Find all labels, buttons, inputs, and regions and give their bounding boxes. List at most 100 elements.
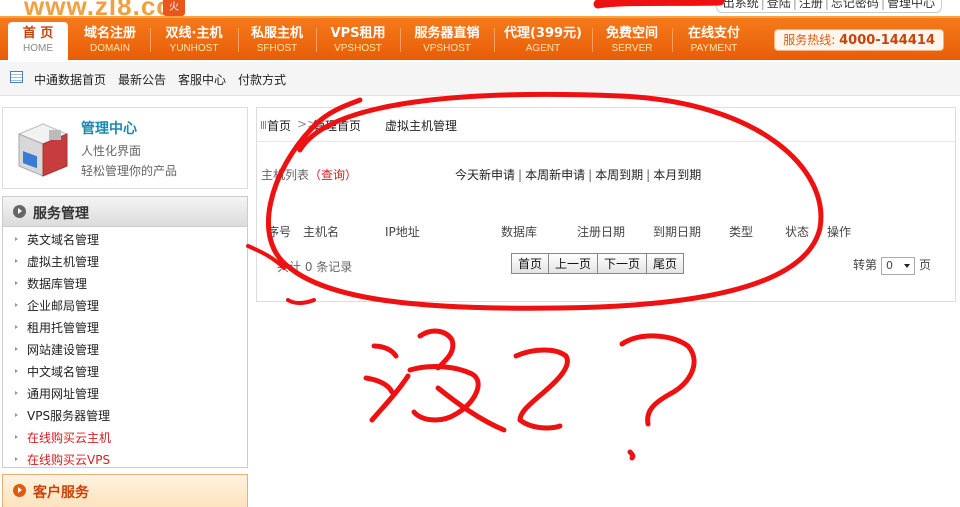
nav-sublabel: DOMAIN [90, 43, 130, 54]
column-header-reg-date: 注册日期 [577, 225, 626, 239]
manager-center-box: 管理中心 人性化界面 轻松管理你的产品 [2, 107, 248, 189]
breadcrumb-current: 虚拟主机管理 [385, 119, 458, 133]
logo-badge: 火 [163, 0, 185, 16]
service-item-chinese-domain[interactable]: 中文域名管理 [3, 361, 247, 383]
nav-item-agent[interactable]: 代理(399元) AGENT [498, 18, 588, 60]
nav-label: 双线·主机 [165, 26, 223, 41]
page-jump-suffix: 页 [919, 258, 932, 272]
nav-divider [494, 28, 495, 52]
nav-sublabel: YUNHOST [169, 43, 219, 54]
column-header-ip: IP地址 [385, 225, 420, 239]
service-item-buy-cloud-host[interactable]: 在线购买云主机 [3, 427, 247, 449]
forgot-password-link[interactable]: 忘记密码 [831, 0, 879, 10]
account-links: 出系统 | 登陆 | 注册 | 忘记密码 | 管理中心 [715, 0, 942, 13]
filter-month-expire[interactable]: 本月到期 [653, 168, 701, 182]
service-item-website[interactable]: 网站建设管理 [3, 339, 247, 361]
column-header-index: 序号 [267, 225, 292, 239]
subnav-home-link[interactable]: 中通数据首页 [34, 71, 106, 88]
nav-item-home[interactable]: 首 页 HOME [8, 22, 68, 60]
manager-tagline-2: 轻松管理你的产品 [81, 164, 178, 178]
service-item-hosting[interactable]: 租用托管管理 [3, 317, 247, 339]
manager-tagline-1: 人性化界面 [81, 144, 142, 158]
service-item-buy-cloud-vps[interactable]: 在线购买云VPS [3, 449, 247, 471]
nav-label: 代理(399元) [503, 26, 583, 41]
nav-sublabel: VPSHOST [423, 43, 471, 54]
breadcrumb: 首页 >> 管理首页 虚拟主机管理 [257, 108, 955, 142]
top-strip: www.zl8.cc 火 出系统 | 登陆 | 注册 | 忘记密码 | 管理中心 [0, 0, 960, 21]
nav-item-yunhost[interactable]: 双线·主机 YUNHOST [156, 18, 232, 60]
nav-label: 在线支付 [687, 26, 740, 41]
prev-page-button[interactable]: 上一页 [548, 253, 599, 274]
column-header-hostname: 主机名 [303, 225, 340, 239]
nav-divider [316, 28, 317, 52]
nav-sublabel: VPSHOST [334, 43, 382, 54]
subnav-news-link[interactable]: 最新公告 [118, 71, 166, 88]
column-header-database: 数据库 [501, 225, 538, 239]
column-header-expire-date: 到期日期 [653, 225, 702, 239]
nav-item-free-space[interactable]: 免费空间 SERVER [598, 18, 666, 60]
customer-service-title: 客户服务 [33, 485, 89, 501]
nav-sublabel: AGENT [525, 43, 561, 54]
nav-label: 私服主机 [250, 26, 303, 41]
service-item-english-domain[interactable]: 英文域名管理 [3, 229, 247, 251]
nav-label: VPS租用 [330, 26, 386, 41]
circle-arrow-icon [13, 484, 26, 497]
nav-label: 服务器直销 [414, 26, 480, 41]
service-item-mail[interactable]: 企业邮局管理 [3, 295, 247, 317]
breadcrumb-home[interactable]: 首页 [267, 117, 291, 134]
last-page-button[interactable]: 尾页 [646, 253, 685, 274]
nav-sublabel: SERVER [611, 43, 653, 54]
date-filters: 今天新申请 | 本周新申请 | 本周到期 | 本月到期 [455, 168, 702, 182]
page-select[interactable]: 0 [881, 256, 916, 275]
nav-sublabel: SFHOST [256, 43, 298, 54]
column-header-status: 状态 [785, 225, 810, 239]
subnav-payment-link[interactable]: 付款方式 [238, 71, 286, 88]
nav-item-server-direct[interactable]: 服务器直销 VPSHOST [406, 18, 488, 60]
manager-center-title: 管理中心 [81, 121, 137, 137]
service-item-virtual-host[interactable]: 虚拟主机管理 [3, 251, 247, 273]
nav-divider [238, 28, 239, 52]
customer-service-header[interactable]: 客户服务 [2, 474, 248, 507]
service-item-keyword[interactable]: 通用网址管理 [3, 383, 247, 405]
nav-item-payment[interactable]: 在线支付 PAYMENT [678, 18, 750, 60]
hotline-number: 4000-144414 [839, 33, 935, 48]
filter-week-expire[interactable]: 本周到期 [595, 168, 643, 182]
host-list-query-link[interactable]: （查询） [309, 168, 357, 182]
next-page-button[interactable]: 下一页 [597, 253, 648, 274]
service-item-database[interactable]: 数据库管理 [3, 273, 247, 295]
circle-arrow-icon [13, 205, 26, 218]
nav-label: 首 页 [22, 26, 54, 41]
nav-divider [672, 28, 673, 52]
service-management-header[interactable]: 服务管理 [3, 197, 247, 227]
register-link[interactable]: 注册 [799, 0, 823, 10]
breadcrumb-panel[interactable]: 管理首页 [313, 117, 361, 134]
nav-item-vps[interactable]: VPS租用 VPSHOST [322, 18, 394, 60]
host-list-title: 主机列表（查询） [261, 166, 357, 183]
nav-item-domain[interactable]: 域名注册 DOMAIN [76, 18, 144, 60]
nav-label: 免费空间 [605, 26, 658, 41]
page-jump-prefix: 转第 [853, 258, 878, 272]
sub-nav: 中通数据首页 最新公告 客服中心 付款方式 [0, 62, 960, 96]
filter-week-new[interactable]: 本周新申请 [525, 168, 585, 182]
nav-divider [592, 28, 593, 52]
hotline-label: 服务热线: [783, 33, 836, 47]
record-count: 共计 0 条记录 [277, 260, 353, 274]
service-management-panel: 服务管理 英文域名管理 虚拟主机管理 数据库管理 企业邮局管理 租用托管管理 网… [2, 196, 248, 468]
logout-link[interactable]: 出系统 [723, 0, 759, 10]
filter-today-new[interactable]: 今天新申请 [455, 168, 515, 182]
subnav-service-link[interactable]: 客服中心 [178, 71, 226, 88]
pagination: 首页 上一页 下一页 尾页 [511, 253, 685, 274]
service-list: 英文域名管理 虚拟主机管理 数据库管理 企业邮局管理 租用托管管理 网站建设管理… [3, 227, 247, 471]
nav-item-sfhost[interactable]: 私服主机 SFHOST [244, 18, 310, 60]
nav-label: 域名注册 [83, 26, 136, 41]
table-icon [10, 71, 23, 83]
service-management-title: 服务管理 [33, 206, 89, 222]
login-link[interactable]: 登陆 [767, 0, 791, 10]
handwritten-text [363, 328, 697, 461]
service-item-vps[interactable]: VPS服务器管理 [3, 405, 247, 427]
page-jump: 转第 0 页 [853, 256, 931, 275]
admin-center-link[interactable]: 管理中心 [887, 0, 935, 10]
host-management-panel: 首页 >> 管理首页 虚拟主机管理 主机列表（查询） 今天新申请 | 本周新申请 | 本… [256, 107, 956, 302]
column-header-actions: 操作 [827, 225, 852, 239]
first-page-button[interactable]: 首页 [511, 253, 550, 274]
